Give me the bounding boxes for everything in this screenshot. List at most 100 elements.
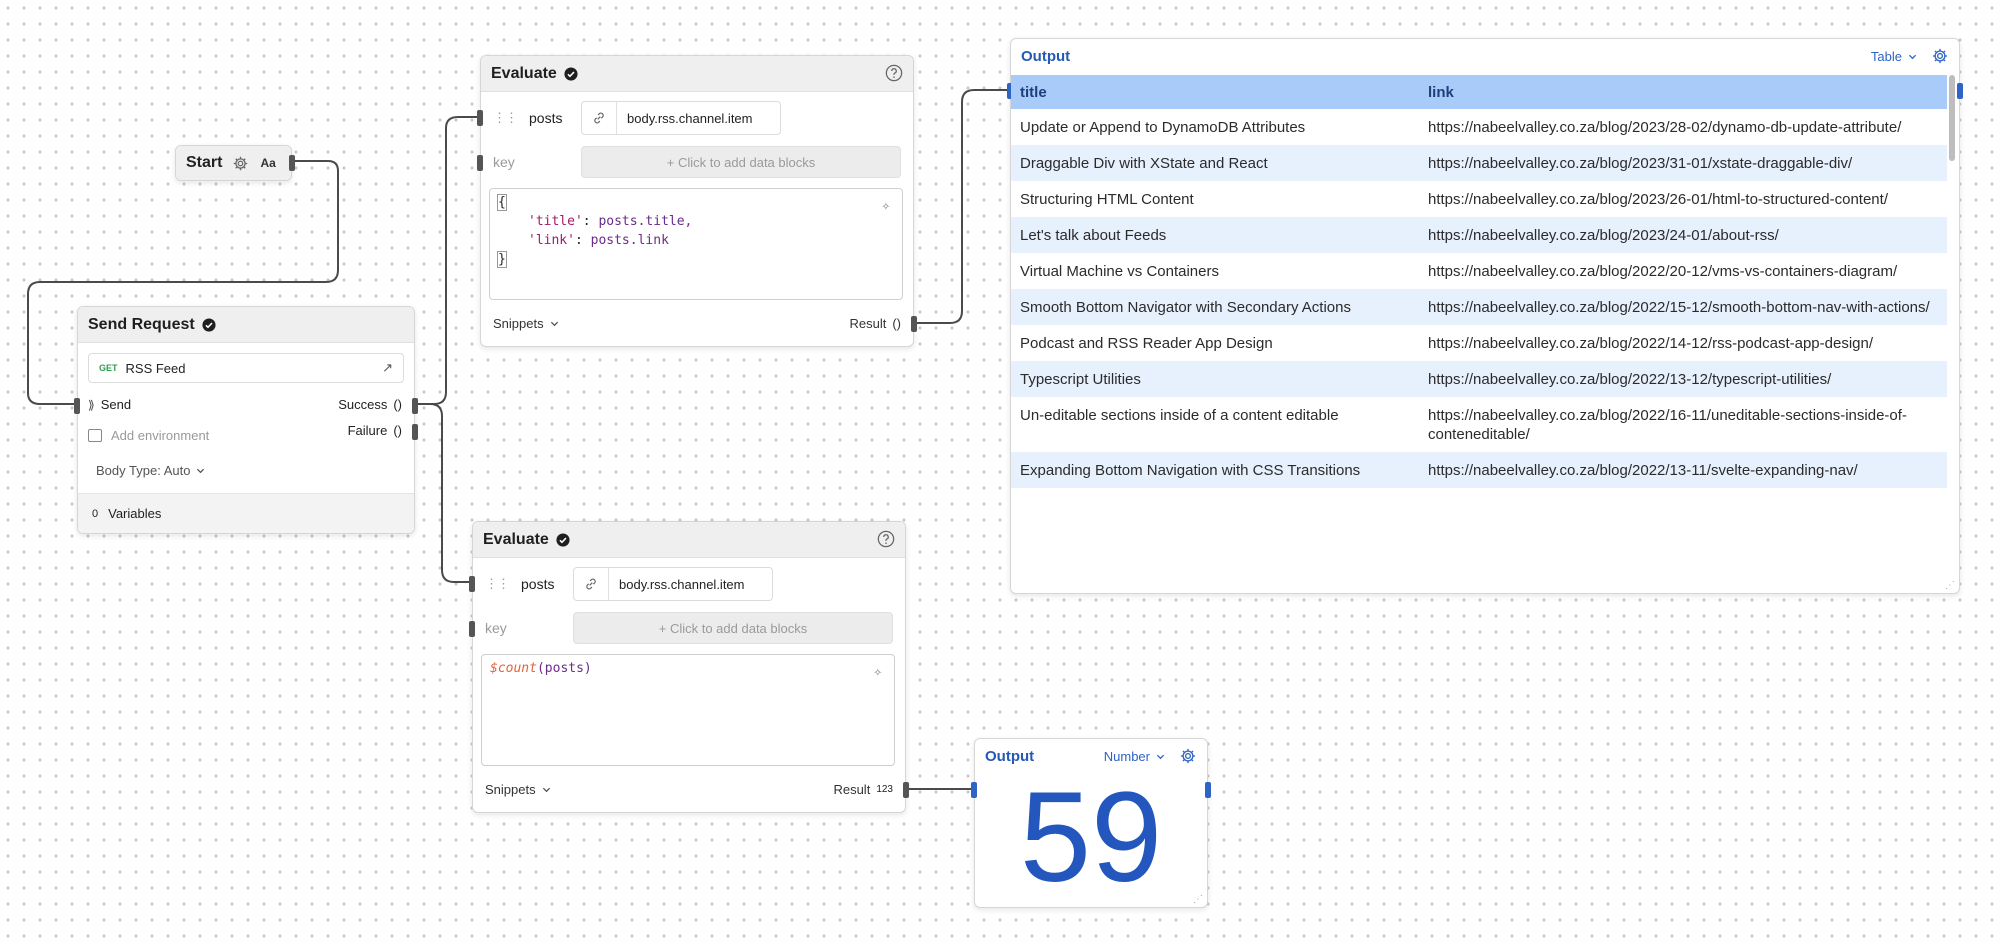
add-data-block-button[interactable]: + Click to add data blocks [573, 612, 893, 644]
output-table-output-handle[interactable] [1957, 83, 1963, 99]
chevron-down-icon [1908, 54, 1917, 59]
table-row[interactable]: Expanding Bottom Navigation with CSS Tra… [1011, 452, 1947, 488]
posts-param-row: ⋮⋮ posts [493, 110, 562, 126]
result-label-row: Result () [849, 316, 901, 331]
success-label: Success [338, 397, 388, 412]
gear-icon[interactable] [1931, 47, 1949, 65]
failure-label: Failure [347, 423, 388, 438]
table-row[interactable]: Structuring HTML Content https://nabeelva… [1011, 181, 1947, 217]
gear-icon[interactable] [1179, 747, 1197, 765]
view-mode-dropdown[interactable]: Number [1104, 749, 1165, 764]
send-label: Send [100, 397, 132, 412]
resize-handle-icon[interactable]: ⋰ [1945, 580, 1955, 591]
check-circle-icon [202, 317, 216, 332]
view-mode-dropdown[interactable]: Table [1871, 49, 1917, 64]
success-output-handle[interactable] [412, 398, 418, 414]
help-icon[interactable] [885, 64, 903, 82]
gear-icon[interactable] [232, 155, 249, 172]
chevron-down-icon [550, 321, 558, 327]
table-row[interactable]: Draggable Div with XState and React https… [1011, 145, 1947, 181]
body-type-selector[interactable]: Body Type: Auto [96, 463, 205, 478]
variables-count: 0 [92, 507, 99, 520]
help-icon[interactable] [877, 530, 895, 548]
wire-success-to-evaluate-top [416, 116, 478, 405]
failure-result-marker: () [393, 423, 402, 438]
start-output-handle[interactable] [289, 155, 295, 171]
number-value: 59 [1019, 766, 1163, 909]
request-selector[interactable]: GET RSS Feed ↗ [88, 353, 404, 383]
vertical-scrollbar[interactable] [1949, 75, 1955, 161]
output-table-node[interactable]: Output Table title link Update or Append… [1007, 38, 1963, 594]
code-editor[interactable]: $count(posts) ✧ [481, 654, 895, 766]
param-name: posts [529, 110, 563, 126]
table-row[interactable]: Update or Append to DynamoDB Attributes h… [1011, 109, 1947, 145]
column-header-title[interactable]: title [1011, 75, 1419, 109]
param-name: posts [521, 576, 555, 592]
posts-input-handle[interactable] [477, 110, 483, 126]
method-badge: GET [99, 363, 118, 373]
drag-handle-icon[interactable]: ⋮⋮ [485, 576, 510, 592]
code-line-1: $count(posts) [490, 661, 592, 676]
output-number-node[interactable]: Output Number 59 ⋰ [971, 738, 1211, 909]
code-line-1: 'title': posts.title, [528, 214, 693, 229]
environment-icon [88, 429, 102, 442]
column-header-link[interactable]: link [1419, 75, 1947, 109]
type-badge: Aa [260, 156, 276, 170]
table-row[interactable]: Virtual Machine vs Containers https://nab… [1011, 253, 1947, 289]
param-value: body.rss.channel.item [627, 110, 753, 126]
variables-bar[interactable]: 0 Variables [78, 493, 414, 533]
evaluate-bottom-title: Evaluate [483, 530, 549, 548]
output-number-title: Output [985, 747, 1035, 765]
param-value-chip[interactable]: body.rss.channel.item [581, 101, 781, 135]
check-circle-icon [564, 66, 578, 81]
table-row[interactable]: Un-editable sections inside of a content… [1011, 397, 1947, 452]
snippets-dropdown[interactable]: Snippets [485, 782, 551, 797]
send-input-handle[interactable] [74, 398, 80, 414]
output-table: title link Update or Append to DynamoDB … [1011, 75, 1947, 488]
link-icon [582, 102, 617, 134]
magic-wand-icon[interactable]: ✧ [874, 663, 882, 682]
evaluate-node-bottom[interactable]: Evaluate ⋮⋮ posts body.rss.channel.item … [469, 521, 909, 813]
resize-handle-icon[interactable]: ⋰ [1193, 894, 1203, 905]
param-value-chip[interactable]: body.rss.channel.item [573, 567, 773, 601]
drag-handle-icon[interactable]: ⋮⋮ [493, 110, 518, 126]
success-result-marker: () [393, 397, 402, 412]
chevron-down-icon [1156, 754, 1165, 759]
request-name: RSS Feed [125, 360, 186, 376]
code-line-open: { [497, 194, 507, 211]
evaluate-bottom-header: Evaluate [473, 522, 905, 558]
magic-wand-icon[interactable]: ✧ [882, 197, 890, 216]
add-environment-label: Add environment [111, 428, 210, 443]
table-row[interactable]: Smooth Bottom Navigator with Secondary A… [1011, 289, 1947, 325]
broadcast-icon: ⟫ [88, 397, 95, 412]
send-request-header: Send Request [78, 307, 414, 343]
wire-result-to-output-table [912, 89, 1010, 324]
output-table-scroll[interactable]: title link Update or Append to DynamoDB … [1011, 75, 1947, 589]
posts-input-handle[interactable] [469, 576, 475, 592]
table-row[interactable]: Typescript Utilities https://nabeelvalley… [1011, 361, 1947, 397]
add-data-block-button[interactable]: + Click to add data blocks [581, 146, 901, 178]
add-environment-button[interactable]: Add environment [88, 428, 209, 443]
result-output-handle[interactable] [911, 316, 917, 332]
send-request-node[interactable]: Send Request GET RSS Feed ↗ ⟫ Send Succe… [74, 306, 418, 534]
posts-param-row: ⋮⋮ posts [485, 576, 554, 592]
param-value: body.rss.channel.item [619, 576, 745, 592]
evaluate-top-header: Evaluate [481, 56, 913, 92]
table-row[interactable]: Let's talk about Feeds https://nabeelvall… [1011, 217, 1947, 253]
failure-output-handle[interactable] [412, 424, 418, 440]
external-link-icon[interactable]: ↗ [382, 360, 393, 376]
result-output-handle[interactable] [903, 782, 909, 798]
variables-label: Variables [108, 506, 162, 521]
key-placeholder[interactable]: key [485, 620, 507, 636]
send-row: ⟫ Send [88, 397, 131, 412]
evaluate-node-top[interactable]: Evaluate ⋮⋮ posts body.rss.channel.item … [477, 55, 917, 347]
table-row[interactable]: Podcast and RSS Reader App Design https:/… [1011, 325, 1947, 361]
body-type-label: Body Type: Auto [96, 463, 191, 478]
key-input-handle[interactable] [477, 155, 483, 171]
key-input-handle[interactable] [469, 621, 475, 637]
code-line-2: 'link': posts.link [528, 233, 669, 248]
start-node[interactable]: Start Aa [175, 145, 295, 181]
key-placeholder[interactable]: key [493, 154, 515, 170]
snippets-dropdown[interactable]: Snippets [493, 316, 559, 331]
code-editor[interactable]: { 'title': posts.title, 'link': posts.li… [489, 188, 903, 300]
